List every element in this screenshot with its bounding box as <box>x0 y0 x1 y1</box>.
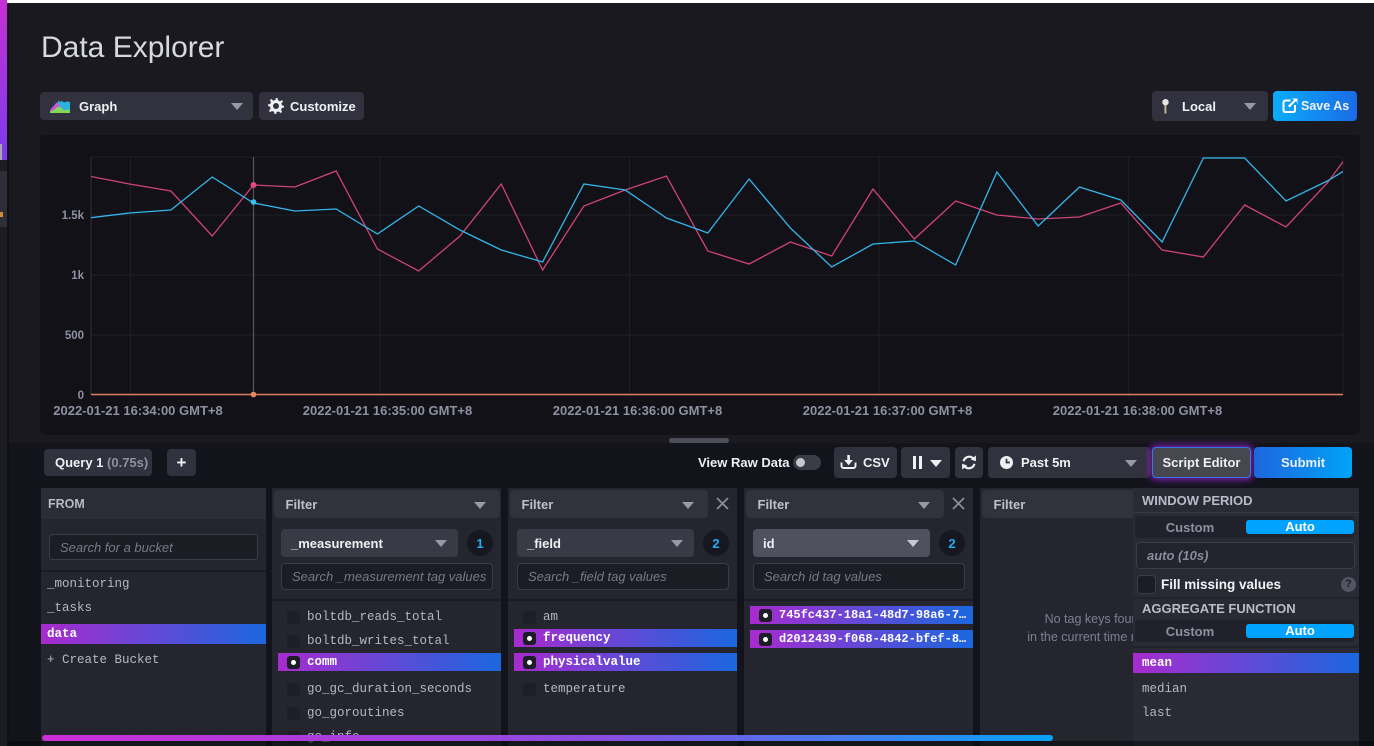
svg-text:500: 500 <box>65 330 84 342</box>
svg-text:2022-01-21 16:36:00 GMT+8: 2022-01-21 16:36:00 GMT+8 <box>553 403 722 418</box>
svg-text:2022-01-21 16:37:00 GMT+8: 2022-01-21 16:37:00 GMT+8 <box>803 403 972 418</box>
svg-text:2022-01-21 16:38:00 GMT+8: 2022-01-21 16:38:00 GMT+8 <box>1053 403 1222 418</box>
svg-text:2022-01-21 16:34:00 GMT+8: 2022-01-21 16:34:00 GMT+8 <box>53 403 222 418</box>
svg-text:1k: 1k <box>71 270 84 282</box>
svg-text:1.5k: 1.5k <box>62 210 85 222</box>
svg-text:0: 0 <box>78 390 84 402</box>
svg-text:2022-01-21 16:35:00 GMT+8: 2022-01-21 16:35:00 GMT+8 <box>303 403 472 418</box>
